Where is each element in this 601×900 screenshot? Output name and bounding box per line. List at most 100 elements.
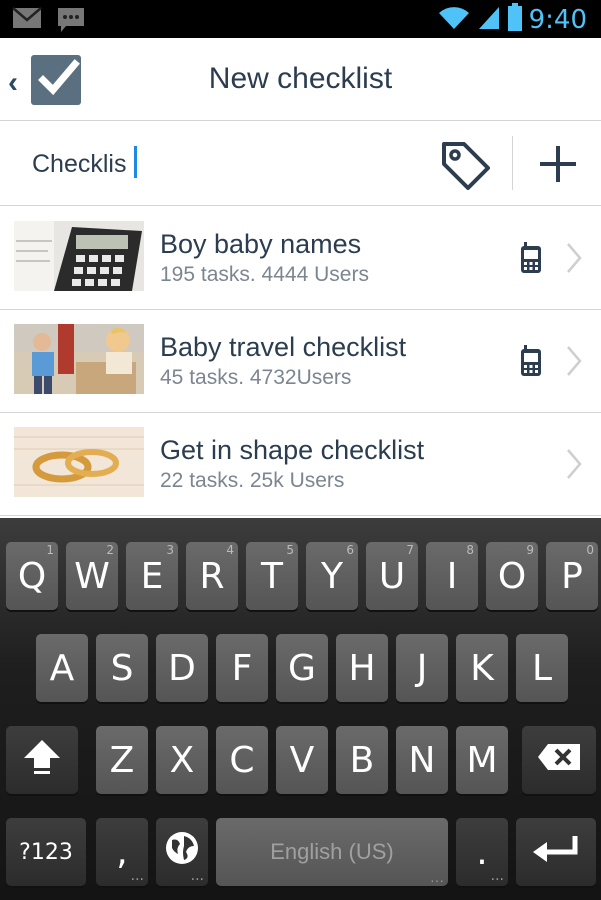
key-w[interactable]: W2 bbox=[66, 542, 118, 610]
key-b[interactable]: B bbox=[336, 726, 388, 794]
key-g[interactable]: G bbox=[276, 634, 328, 702]
key-label: T bbox=[261, 555, 283, 597]
key-more-dots: ··· bbox=[130, 872, 144, 888]
key-l[interactable]: L bbox=[516, 634, 568, 702]
list-item-subtitle: 45 tasks. 4732Users bbox=[160, 366, 352, 389]
key-y[interactable]: Y6 bbox=[306, 542, 358, 610]
key-e[interactable]: E3 bbox=[126, 542, 178, 610]
enter-key[interactable] bbox=[516, 818, 596, 886]
key-a[interactable]: A bbox=[36, 634, 88, 702]
key-r[interactable]: R4 bbox=[186, 542, 238, 610]
key-h[interactable]: H bbox=[336, 634, 388, 702]
key-hint: 5 bbox=[286, 543, 294, 557]
app-bar: ‹ New checklist bbox=[0, 38, 601, 121]
key-hint: 2 bbox=[106, 543, 114, 557]
key-label: E bbox=[140, 555, 164, 597]
tag-icon[interactable] bbox=[436, 138, 494, 192]
signal-icon bbox=[477, 3, 501, 36]
key-label: W bbox=[74, 555, 110, 597]
key-label: U bbox=[378, 555, 406, 597]
key-hint: 3 bbox=[166, 543, 174, 557]
period-key[interactable]: . ··· bbox=[456, 818, 508, 888]
key-hint: 7 bbox=[406, 543, 414, 557]
soft-keyboard: Q1 W2 E3 R4 T5 Y6 U7 I8 O9 P0 A S D F G … bbox=[0, 518, 601, 900]
checklist-list: Boy baby names 195 tasks. 4444 Users Bab… bbox=[0, 207, 601, 516]
key-n[interactable]: N bbox=[396, 726, 448, 794]
backspace-icon bbox=[536, 740, 582, 781]
enter-icon bbox=[531, 832, 581, 873]
search-bar bbox=[0, 122, 601, 206]
key-label: I bbox=[446, 555, 458, 597]
space-key[interactable]: English (US) ··· bbox=[216, 818, 448, 888]
list-item[interactable]: Boy baby names 195 tasks. 4444 Users bbox=[0, 207, 601, 310]
shift-key[interactable] bbox=[6, 726, 78, 794]
status-bar: 9:40 bbox=[0, 0, 601, 38]
backspace-key[interactable] bbox=[522, 726, 596, 794]
key-k[interactable]: K bbox=[456, 634, 508, 702]
comma-key[interactable]: , ··· bbox=[96, 818, 148, 888]
list-item[interactable]: Baby travel checklist 45 tasks. 4732User… bbox=[0, 310, 601, 413]
list-item-title: Boy baby names bbox=[160, 229, 362, 259]
key-o[interactable]: O9 bbox=[486, 542, 538, 610]
symbols-key[interactable]: ?123 bbox=[6, 818, 86, 886]
key-d[interactable]: D bbox=[156, 634, 208, 702]
key-hint: 6 bbox=[346, 543, 354, 557]
list-item-title: Get in shape checklist bbox=[160, 435, 425, 465]
kids-moving-photo bbox=[14, 324, 144, 394]
key-more-dots: ··· bbox=[190, 872, 204, 888]
message-icon bbox=[56, 6, 86, 39]
shift-icon bbox=[22, 736, 62, 785]
separator bbox=[512, 136, 513, 190]
key-z[interactable]: Z bbox=[96, 726, 148, 794]
page-title: New checklist bbox=[208, 62, 393, 95]
key-m[interactable]: M bbox=[456, 726, 508, 794]
key-t[interactable]: T5 bbox=[246, 542, 298, 610]
key-x[interactable]: X bbox=[156, 726, 208, 794]
calculator-photo bbox=[14, 221, 144, 291]
wedding-rings-photo bbox=[14, 427, 144, 497]
key-v[interactable]: V bbox=[276, 726, 328, 794]
key-i[interactable]: I8 bbox=[426, 542, 478, 610]
key-j[interactable]: J bbox=[396, 634, 448, 702]
plus-icon[interactable] bbox=[534, 140, 582, 188]
search-input[interactable] bbox=[32, 146, 412, 182]
key-c[interactable]: C bbox=[216, 726, 268, 794]
key-label: Y bbox=[321, 555, 343, 597]
key-p[interactable]: P0 bbox=[546, 542, 598, 610]
key-label: R bbox=[199, 555, 225, 597]
chevron-right-icon bbox=[565, 344, 583, 378]
key-u[interactable]: U7 bbox=[366, 542, 418, 610]
globe-icon bbox=[164, 830, 200, 875]
phone-icon bbox=[519, 345, 543, 377]
key-label: English (US) bbox=[270, 839, 394, 864]
list-item-title: Baby travel checklist bbox=[160, 332, 407, 362]
list-item-subtitle: 195 tasks. 4444 Users bbox=[160, 263, 369, 286]
key-f[interactable]: F bbox=[216, 634, 268, 702]
key-hint: 9 bbox=[526, 543, 534, 557]
key-hint: 4 bbox=[226, 543, 234, 557]
key-hint: 0 bbox=[586, 543, 594, 557]
key-s[interactable]: S bbox=[96, 634, 148, 702]
list-item-subtitle: 22 tasks. 25k Users bbox=[160, 469, 345, 492]
chevron-right-icon bbox=[565, 447, 583, 481]
list-item[interactable]: Get in shape checklist 22 tasks. 25k Use… bbox=[0, 413, 601, 516]
key-hint: 1 bbox=[46, 543, 54, 557]
clock-time: 9:40 bbox=[528, 4, 587, 35]
key-more-dots: ··· bbox=[490, 872, 504, 888]
key-label: Q bbox=[17, 555, 47, 597]
key-more-dots: ··· bbox=[430, 872, 444, 888]
gmail-icon bbox=[12, 6, 42, 39]
wifi-icon bbox=[437, 3, 471, 36]
key-label: P bbox=[561, 555, 583, 597]
phone-icon bbox=[519, 242, 543, 274]
chevron-right-icon bbox=[565, 241, 583, 275]
globe-key[interactable]: ··· bbox=[156, 818, 208, 888]
key-label: , bbox=[116, 831, 128, 873]
key-label: O bbox=[497, 555, 527, 597]
key-q[interactable]: Q1 bbox=[6, 542, 58, 610]
app-screen: ‹ New checklist Checklis Boy baby names … bbox=[0, 38, 601, 518]
battery-icon bbox=[507, 2, 523, 37]
text-caret bbox=[134, 146, 137, 178]
key-hint: 8 bbox=[466, 543, 474, 557]
key-label: . bbox=[476, 831, 488, 873]
